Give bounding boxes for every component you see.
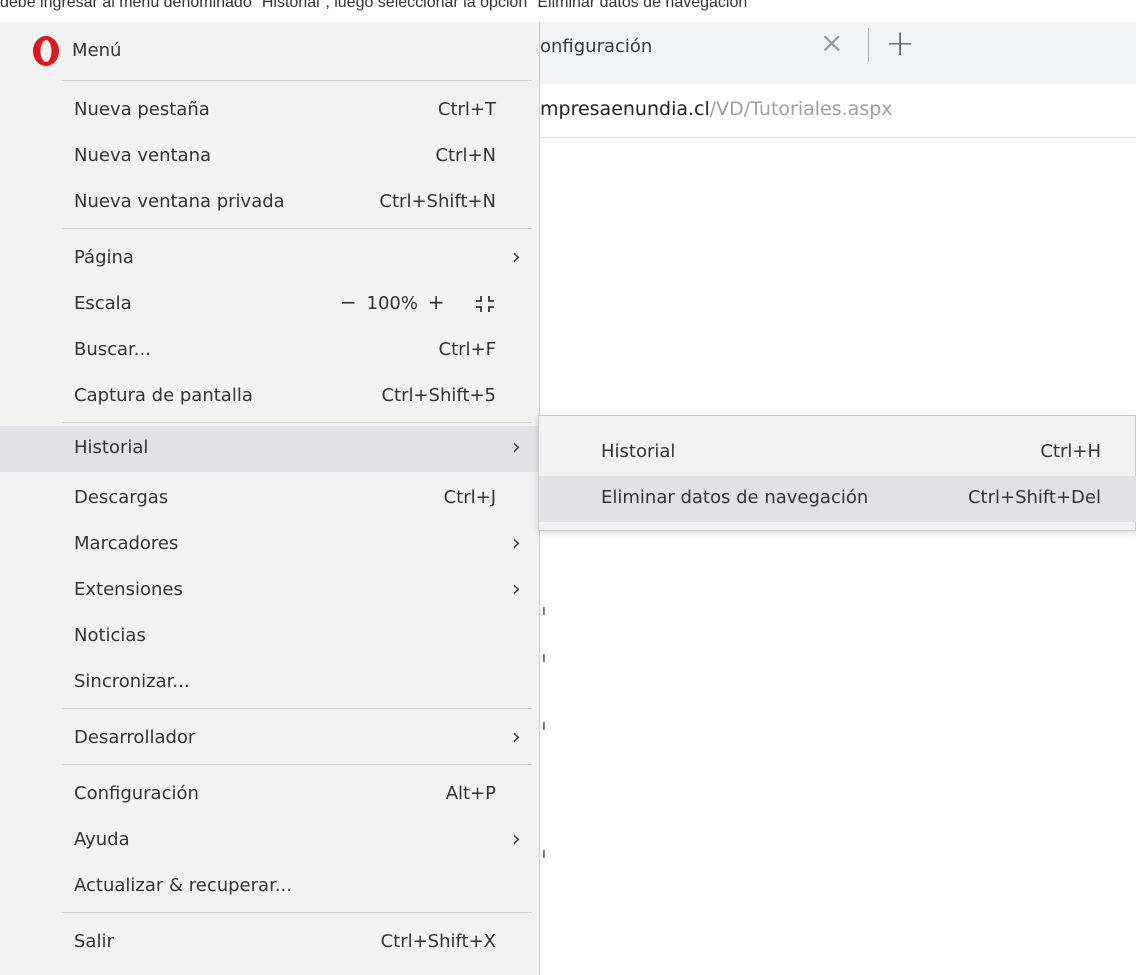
zoom-controls: − 100% + xyxy=(340,290,444,320)
chevron-right-icon: › xyxy=(512,435,521,460)
menu-item-label: Descargas xyxy=(74,487,169,508)
menu-item-label: Historial xyxy=(74,437,149,458)
tab-divider xyxy=(868,28,869,62)
menu-item-update-recovery[interactable]: Actualizar & recuperar... xyxy=(0,864,540,910)
page-content-area: ı ı ı ı xyxy=(540,138,1136,975)
menu-item-label: Extensiones xyxy=(74,579,183,600)
menu-header: Menú xyxy=(0,22,540,80)
page-fragment: ı xyxy=(542,650,546,666)
menu-item-shortcut: Ctrl+Shift+X xyxy=(380,931,496,952)
menu-item-shortcut: Ctrl+T xyxy=(437,99,496,120)
menu-item-label: Página xyxy=(74,247,134,268)
menu-item-label: Marcadores xyxy=(74,533,179,554)
menu-divider xyxy=(62,764,532,765)
zoom-out-button[interactable]: − xyxy=(340,290,357,314)
instruction-text: debe ingresar al menú denominado "Histor… xyxy=(0,0,753,11)
menu-item-label: Nueva ventana privada xyxy=(74,191,285,212)
menu-item-new-private-window[interactable]: Nueva ventana privada Ctrl+Shift+N xyxy=(0,180,540,226)
tab-settings[interactable]: onfiguración × + xyxy=(540,22,915,72)
menu-item-label: Configuración xyxy=(74,783,199,804)
menu-item-new-window[interactable]: Nueva ventana Ctrl+N xyxy=(0,134,540,180)
address-url[interactable]: mpresaenundia.cl/VD/Tutoriales.aspx xyxy=(540,98,893,120)
menu-item-label: Nueva ventana xyxy=(74,145,212,166)
menu-item-settings[interactable]: Configuración Alt+P xyxy=(0,772,540,818)
zoom-in-button[interactable]: + xyxy=(428,290,445,314)
address-path: /VD/Tutoriales.aspx xyxy=(709,98,893,120)
menu-item-label: Salir xyxy=(74,931,114,952)
menu-item-developer[interactable]: Desarrollador › xyxy=(0,716,540,762)
main-menu: Menú Nueva pestaña Ctrl+T Nueva ventana … xyxy=(0,22,540,975)
menu-item-screenshot[interactable]: Captura de pantalla Ctrl+Shift+5 xyxy=(0,374,540,420)
menu-item-exit[interactable]: Salir Ctrl+Shift+X xyxy=(0,920,540,966)
tab-strip: onfiguración × + xyxy=(540,22,1136,84)
menu-divider xyxy=(62,912,532,913)
menu-item-news[interactable]: Noticias xyxy=(0,614,540,660)
menu-item-label: Buscar... xyxy=(74,339,151,360)
history-submenu: Historial Ctrl+H Eliminar datos de naveg… xyxy=(538,415,1136,531)
tab-title: onfiguración xyxy=(540,36,653,57)
address-bar[interactable]: mpresaenundia.cl/VD/Tutoriales.aspx xyxy=(540,84,1136,138)
opera-logo-icon xyxy=(33,36,59,66)
menu-item-help[interactable]: Ayuda › xyxy=(0,818,540,864)
chevron-right-icon: › xyxy=(512,531,521,556)
menu-item-shortcut: Ctrl+F xyxy=(438,339,496,360)
address-domain: mpresaenundia.cl xyxy=(540,98,710,120)
menu-item-find[interactable]: Buscar... Ctrl+F xyxy=(0,328,540,374)
page-fragment: ı xyxy=(542,603,546,619)
submenu-item-label: Historial xyxy=(601,441,676,462)
fullscreen-icon[interactable] xyxy=(475,294,495,314)
menu-divider xyxy=(62,422,532,423)
submenu-item-history[interactable]: Historial Ctrl+H xyxy=(539,430,1136,476)
menu-item-shortcut: Ctrl+Shift+N xyxy=(379,191,496,212)
menu-item-extensions[interactable]: Extensiones › xyxy=(0,568,540,614)
chevron-right-icon: › xyxy=(512,577,521,602)
menu-item-shortcut: Alt+P xyxy=(445,783,496,804)
zoom-level: 100% xyxy=(366,293,418,314)
chevron-right-icon: › xyxy=(512,725,521,750)
menu-item-shortcut: Ctrl+J xyxy=(443,487,496,508)
close-tab-icon[interactable]: × xyxy=(820,28,843,58)
menu-item-page[interactable]: Página › xyxy=(0,236,540,282)
menu-item-label: Noticias xyxy=(74,625,146,646)
menu-item-label: Nueva pestaña xyxy=(74,99,210,120)
menu-divider xyxy=(62,228,532,229)
menu-item-shortcut: Ctrl+N xyxy=(435,145,496,166)
menu-item-label: Ayuda xyxy=(74,829,130,850)
menu-item-new-tab[interactable]: Nueva pestaña Ctrl+T xyxy=(0,88,540,134)
page-fragment: ı xyxy=(542,846,546,862)
page-fragment: ı xyxy=(542,718,546,734)
menu-item-history[interactable]: Historial › xyxy=(0,426,540,472)
menu-item-label: Sincronizar... xyxy=(74,671,190,692)
menu-divider xyxy=(62,80,532,81)
submenu-item-label: Eliminar datos de navegación xyxy=(601,487,869,508)
menu-item-label: Captura de pantalla xyxy=(74,385,253,406)
menu-item-zoom: Escala − 100% + xyxy=(0,282,540,328)
menu-item-bookmarks[interactable]: Marcadores › xyxy=(0,522,540,568)
menu-item-shortcut: Ctrl+Shift+5 xyxy=(381,385,496,406)
new-tab-plus-icon[interactable]: + xyxy=(885,22,915,66)
chevron-right-icon: › xyxy=(512,245,521,270)
submenu-item-shortcut: Ctrl+H xyxy=(1040,441,1101,462)
submenu-item-clear-browsing-data[interactable]: Eliminar datos de navegación Ctrl+Shift+… xyxy=(539,476,1136,522)
menu-item-label: Escala xyxy=(74,293,132,314)
submenu-item-shortcut: Ctrl+Shift+Del xyxy=(967,487,1101,508)
menu-item-downloads[interactable]: Descargas Ctrl+J xyxy=(0,476,540,522)
chevron-right-icon: › xyxy=(512,827,521,852)
menu-title: Menú xyxy=(72,40,122,61)
menu-item-sync[interactable]: Sincronizar... xyxy=(0,660,540,706)
menu-divider xyxy=(62,708,532,709)
menu-item-label: Actualizar & recuperar... xyxy=(74,875,292,896)
menu-item-label: Desarrollador xyxy=(74,727,196,748)
